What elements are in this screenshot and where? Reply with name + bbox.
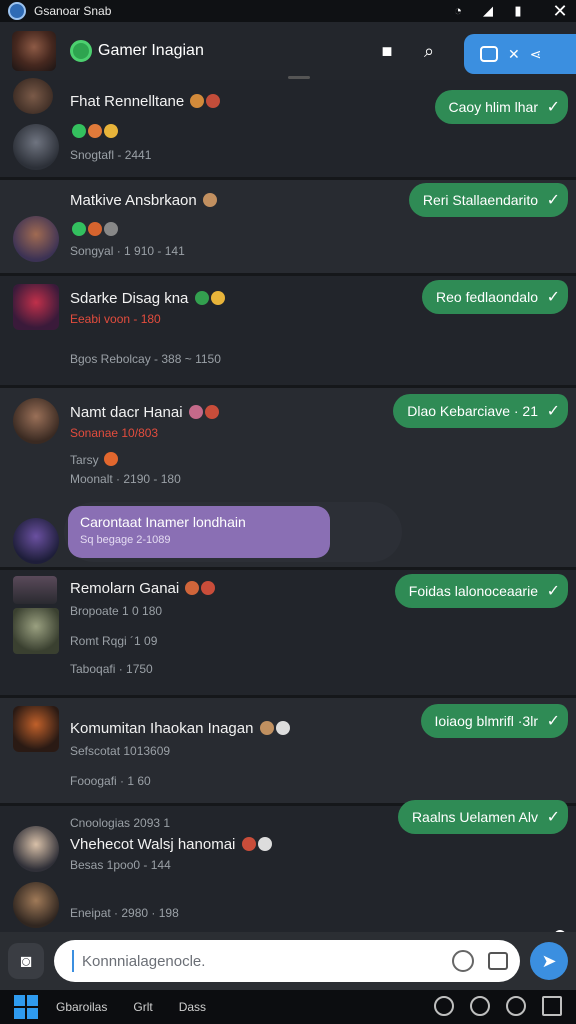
- taskbar: Gbaroilas Grlt Dass: [0, 990, 576, 1024]
- camera-icon: ◙: [20, 950, 32, 971]
- avatar: [13, 216, 59, 262]
- chat-status: Bgos Rebolcay - 388 ~ 1150: [70, 352, 221, 366]
- drag-handle[interactable]: [288, 76, 310, 79]
- check-icon: ✓: [546, 99, 560, 116]
- header-action-pill[interactable]: ✕ ⋖: [464, 34, 576, 74]
- avatar: [13, 78, 53, 114]
- chat-subtitle: Sonanae 10/803: [70, 426, 159, 440]
- video-call-icon[interactable]: ■: [374, 38, 400, 64]
- status-emojis: [70, 124, 118, 139]
- chat-row[interactable]: Matkive Ansbrkaon Songyal · 1 910 - 141 …: [0, 180, 576, 276]
- attach-icon[interactable]: [488, 952, 508, 970]
- close-icon[interactable]: ✕: [508, 46, 520, 63]
- emoji-icon[interactable]: [452, 950, 474, 972]
- battery-icon: ▮: [514, 3, 522, 18]
- header-avatar[interactable]: [12, 31, 56, 71]
- check-icon: ✓: [546, 403, 560, 420]
- chat-row[interactable]: Fhat Rennelltane Snogtafl - 2441 Caoy hl…: [0, 76, 576, 180]
- chat-subtitle: Sefscotat 1013609: [70, 744, 171, 758]
- send-icon: ➤: [541, 950, 557, 971]
- camera-button[interactable]: ◙: [8, 943, 44, 979]
- highlight-message[interactable]: Carontaat Inamer londhain Sq begage 2-10…: [64, 502, 402, 562]
- grid-icon[interactable]: [542, 996, 562, 1016]
- avatar: [13, 284, 59, 330]
- highlight-bubble[interactable]: Carontaat Inamer londhain Sq begage 2-10…: [68, 506, 330, 558]
- reply-bubble[interactable]: Ioiaog blmrifl ·3lr ✓: [420, 704, 568, 738]
- avatar: [13, 518, 59, 564]
- message-composer: ◙ Konnnialagenocle. ➤: [0, 932, 576, 990]
- chat-list: Fhat Rennelltane Snogtafl - 2441 Caoy hl…: [0, 76, 576, 1012]
- chat-tag: Tarsy: [70, 452, 119, 467]
- chat-name: Komumitan Ihaokan Inagan: [70, 720, 290, 737]
- clock-icon[interactable]: [506, 996, 526, 1016]
- chat-name: Remolarn Ganai: [70, 580, 216, 597]
- highlight-text: Carontaat Inamer londhain: [80, 514, 246, 530]
- chat-subtitle: Bropoate 1 0 180: [70, 604, 163, 618]
- avatar: [13, 706, 59, 752]
- system-tray: [434, 996, 562, 1016]
- chat-row[interactable]: Remolarn Ganai Bropoate 1 0 180 Romt Rqg…: [0, 570, 576, 698]
- reply-bubble[interactable]: Reri Stallaendarito ✓: [408, 183, 568, 217]
- chat-row[interactable]: Komumitan Ihaokan Inagan Sefscotat 10136…: [0, 698, 576, 806]
- share-icon[interactable]: ⋖: [530, 46, 542, 63]
- chat-status: Songyal · 1 910 - 141: [70, 244, 185, 258]
- chat-status: Moonalt · 2190 - 180: [70, 472, 181, 486]
- avatar: [13, 882, 59, 928]
- avatar: [13, 826, 59, 872]
- reply-bubble[interactable]: Dlao Kebarciave · 21 ✓: [393, 394, 568, 428]
- reply-bubble[interactable]: Foidas lalonoceaarie ✓: [394, 574, 568, 608]
- chat-name: Matkive Ansbrkaon: [70, 192, 217, 209]
- chat-subtitle: Eeabi voon - 180: [70, 312, 161, 326]
- chat-row[interactable]: Cnoologias 2093 1 Vhehecot Walsj hanomai…: [0, 800, 576, 932]
- avatar: [13, 398, 59, 444]
- reply-bubble[interactable]: Caoy hlim lhar ✓: [434, 90, 568, 124]
- check-icon: ✓: [546, 583, 560, 600]
- chat-group-label: Cnoologias 2093 1: [70, 816, 171, 830]
- message-icon: [480, 46, 498, 62]
- avatar: [13, 608, 59, 654]
- close-icon[interactable]: ✕: [552, 2, 568, 20]
- taskbar-item[interactable]: Grlt: [133, 1000, 152, 1014]
- alarm-icon: ◔: [454, 3, 462, 18]
- chat-status: Fooogafi · 1 60: [70, 774, 151, 788]
- highlight-time: Sq begage 2-1089: [80, 534, 171, 546]
- chat-row[interactable]: Sdarke Disag kna Eeabi voon - 180 Bgos R…: [0, 276, 576, 388]
- online-indicator: [70, 40, 92, 62]
- chat-subtitle: Besas 1poo0 - 144: [70, 858, 171, 872]
- search-icon[interactable]: ⌕: [416, 38, 442, 64]
- avatar: [13, 124, 59, 170]
- chat-name: Sdarke Disag kna: [70, 290, 225, 307]
- window-title: Gsanoar Snab: [34, 4, 112, 18]
- message-input[interactable]: Konnnialagenocle.: [54, 940, 520, 982]
- message-placeholder: Konnnialagenocle.: [82, 952, 206, 970]
- reply-bubble[interactable]: Raalns Uelamen Alv ✓: [397, 800, 568, 834]
- chat-status: Eneipat · 2980 · 198: [70, 906, 179, 920]
- check-icon: ✓: [546, 289, 560, 306]
- chat-row[interactable]: Namt dacr Hanai Sonanae 10/803 Tarsy Moo…: [0, 388, 576, 570]
- chat-name: Namt dacr Hanai: [70, 404, 219, 421]
- chat-status: Snogtafl - 2441: [70, 148, 152, 162]
- reply-bubble[interactable]: Reo fedlaondalo ✓: [422, 280, 568, 314]
- search-icon[interactable]: [434, 996, 454, 1016]
- start-icon[interactable]: [14, 995, 38, 1019]
- chat-status: Taboqafi · 1750: [70, 662, 153, 676]
- signal-icon: ◢: [483, 3, 493, 18]
- camera-icon[interactable]: [470, 996, 490, 1016]
- send-button[interactable]: ➤: [530, 942, 568, 980]
- chat-name: Vhehecot Walsj hanomai: [70, 836, 272, 853]
- text-caret: [72, 950, 74, 972]
- status-bar: Gsanoar Snab ◔ ◢ ▮ ✕: [0, 0, 576, 22]
- chat-header: Gamer Inagian ■ ⌕ ✕ ⋖: [0, 22, 576, 80]
- chat-subtitle: Romt Rqgi ´1 09: [70, 634, 158, 648]
- check-icon: ✓: [546, 713, 560, 730]
- taskbar-item[interactable]: Gbaroilas: [56, 1000, 107, 1014]
- chat-title[interactable]: Gamer Inagian: [98, 42, 374, 60]
- app-icon: [8, 2, 26, 20]
- check-icon: ✓: [546, 809, 560, 826]
- chat-name: Fhat Rennelltane: [70, 93, 221, 110]
- avatar: [13, 576, 57, 604]
- taskbar-item[interactable]: Dass: [179, 1000, 206, 1014]
- check-icon: ✓: [546, 192, 560, 209]
- status-emojis: [70, 222, 118, 237]
